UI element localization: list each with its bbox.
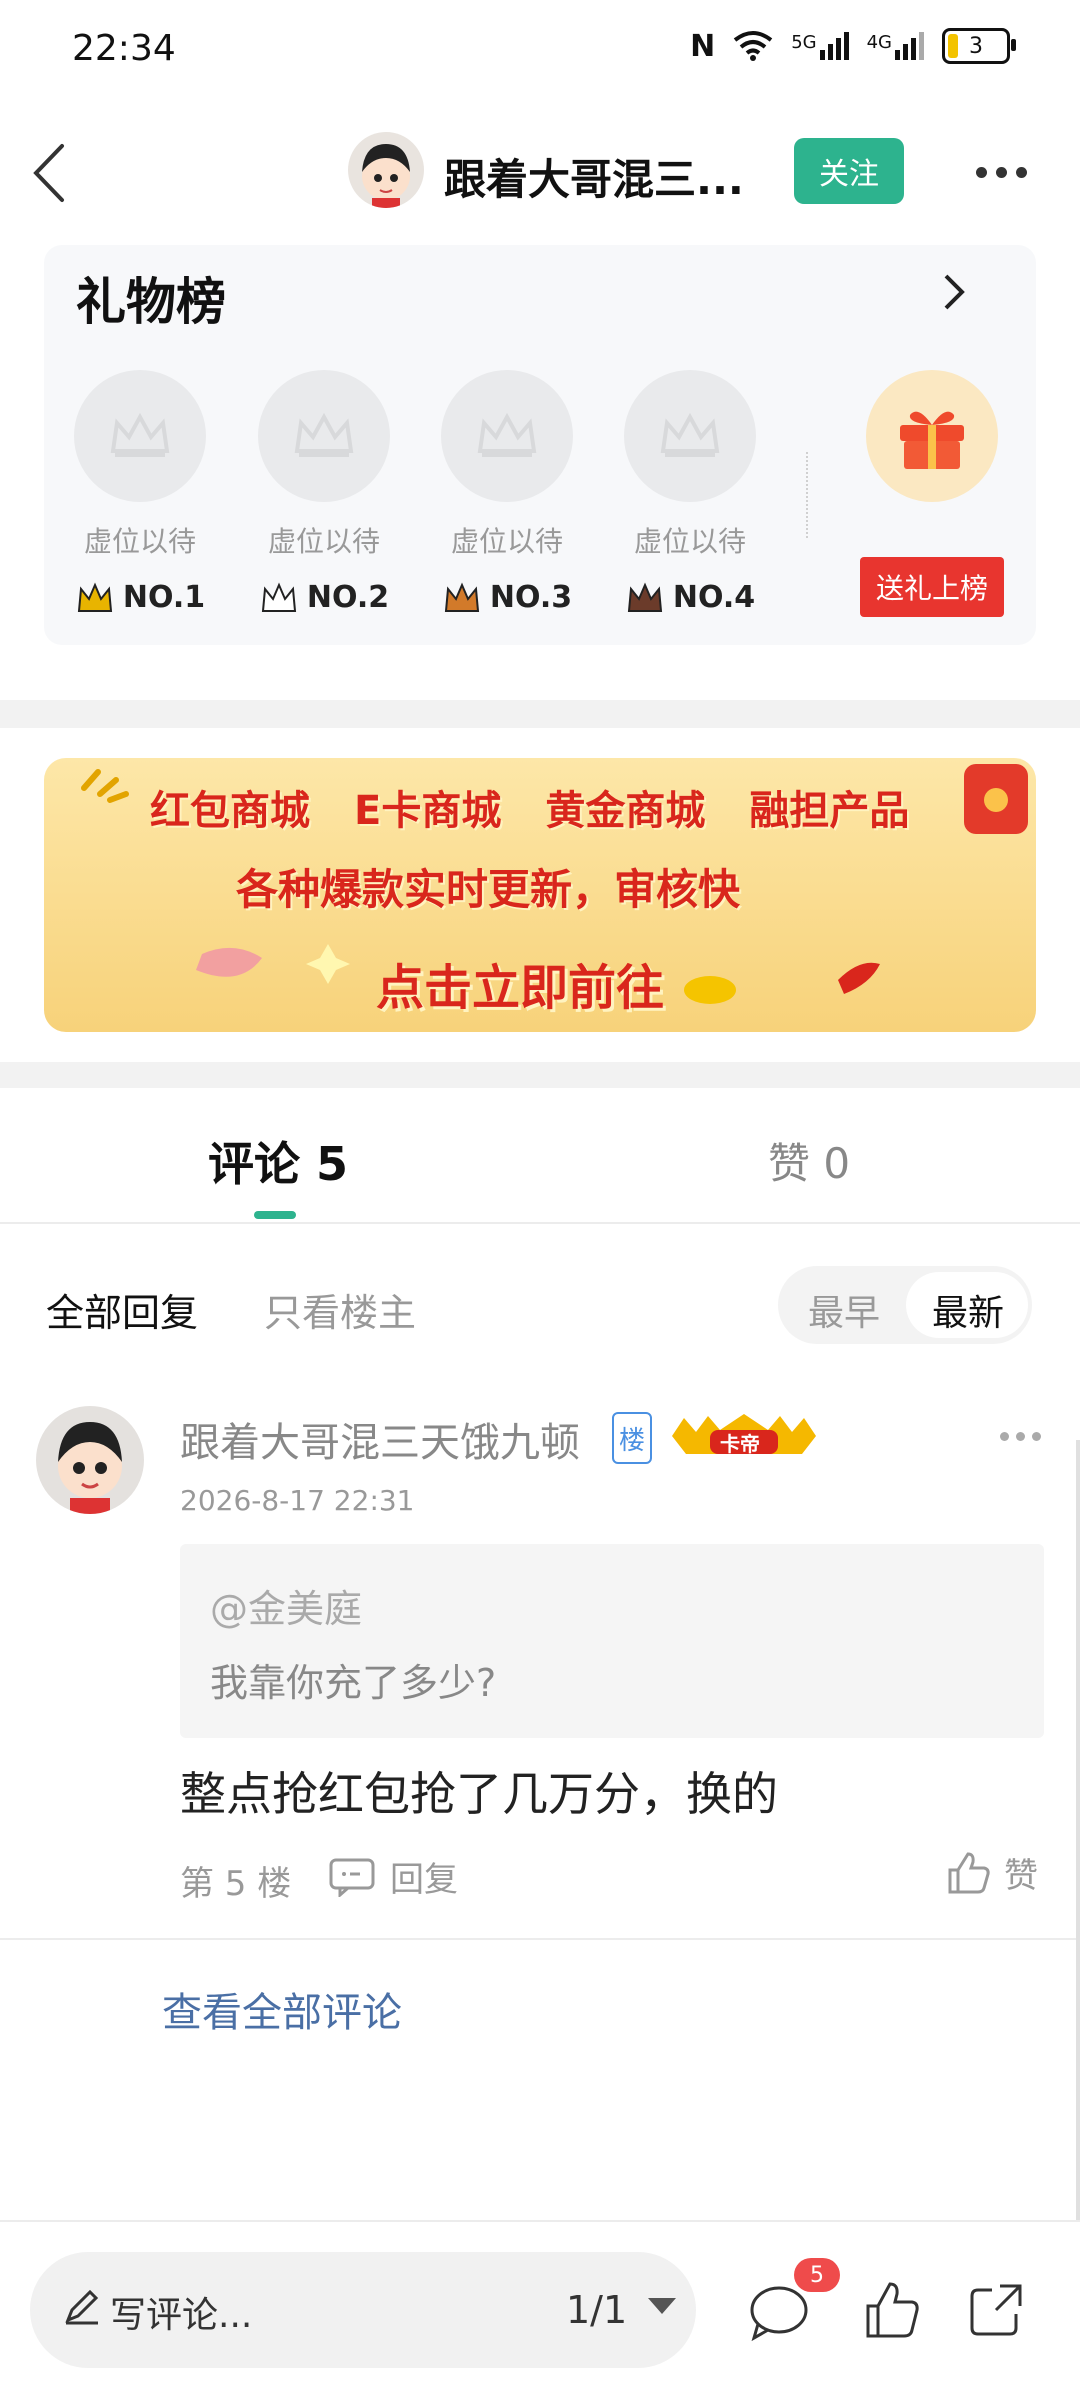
crown-placeholder-icon [624, 370, 756, 502]
like-button[interactable]: 赞 [946, 1848, 1038, 1897]
page-indicator[interactable]: 1/1 [566, 2288, 627, 2332]
reply-icon [329, 1858, 375, 1897]
slot-rank: NO.3 [441, 580, 573, 615]
divider [0, 1222, 1080, 1224]
reply-button[interactable]: 回复 [328, 1852, 458, 1901]
slot-rank: NO.1 [74, 580, 206, 615]
pencil-icon [65, 2289, 99, 2325]
divider [0, 1938, 1080, 1940]
battery-icon: 3 [942, 28, 1016, 64]
gift-slot-2[interactable]: 虚位以待 NO.2 [258, 370, 390, 615]
crown-placeholder-icon [258, 370, 390, 502]
tab-comments[interactable]: 评论 5 [208, 1128, 348, 1194]
rank-crown-icon [627, 581, 662, 612]
filter-all-replies[interactable]: 全部回复 [46, 1282, 198, 1337]
comment-floor: 第 5 楼 [180, 1864, 292, 1904]
comment-count-badge: 5 [794, 2258, 840, 2292]
divider [806, 452, 811, 538]
thumbs-up-icon[interactable] [864, 2280, 920, 2340]
crown-placeholder-icon [74, 370, 206, 502]
slot-label: 虚位以待 [267, 525, 380, 558]
nfc-icon: N [690, 28, 716, 64]
divider [0, 2220, 1080, 2222]
sort-earliest[interactable]: 最早 [808, 1284, 880, 1336]
gift-box-icon[interactable] [866, 370, 998, 502]
gift-slot-1[interactable]: 虚位以待 NO.1 [74, 370, 206, 615]
follow-button[interactable]: 关注 [794, 138, 904, 204]
avatar[interactable] [36, 1406, 144, 1514]
quote-mention[interactable]: @金美庭 [210, 1578, 362, 1633]
rank-crown-icon [261, 581, 296, 612]
gift-slot-3[interactable]: 虚位以待 NO.3 [441, 370, 573, 615]
section-divider [0, 700, 1080, 728]
gift-slot-4[interactable]: 虚位以待 NO.4 [624, 370, 756, 615]
comment-more-icon[interactable] [1000, 1432, 1041, 1441]
page-title: 跟着大哥混三... [444, 155, 744, 204]
slot-label: 虚位以待 [450, 525, 563, 558]
header-avatar[interactable] [348, 132, 424, 208]
tab-likes[interactable]: 赞 0 [768, 1130, 850, 1191]
signal-5g-icon: 5G [791, 32, 849, 60]
banner-row1: 红包商城 E卡商城 黄金商城 融担产品 [150, 788, 910, 834]
wifi-icon [733, 31, 773, 61]
status-time: 22:34 [72, 28, 176, 69]
floor-owner-badge: 楼 [612, 1412, 652, 1464]
comment-input-placeholder[interactable]: 写评论... [110, 2286, 252, 2338]
share-icon[interactable] [966, 2280, 1026, 2340]
banner-cta[interactable]: 点击立即前往 [376, 948, 664, 1018]
tab-indicator [254, 1211, 296, 1219]
comment-time: 2026-8-17 22:31 [180, 1484, 415, 1517]
banner-row2: 各种爆款实时更新，审核快 [236, 865, 741, 914]
caret-down-icon[interactable] [648, 2298, 676, 2314]
rank-crown-icon [77, 581, 112, 612]
comment-icon[interactable] [748, 2282, 810, 2342]
slot-rank: NO.4 [624, 580, 756, 615]
chevron-right-icon[interactable] [934, 268, 974, 316]
back-icon[interactable] [24, 138, 84, 208]
status-icons: N 5G 4G 3 [690, 28, 1016, 64]
thumbs-up-icon [948, 1851, 990, 1893]
gift-board-title: 礼物榜 [76, 273, 226, 331]
comment-author[interactable]: 跟着大哥混三天饿九顿 [180, 1410, 580, 1468]
quote-text: 我靠你充了多少? [210, 1661, 497, 1705]
send-gift-button[interactable]: 送礼上榜 [860, 557, 1004, 617]
slot-rank: NO.2 [258, 580, 390, 615]
crown-placeholder-icon [441, 370, 573, 502]
sort-latest[interactable]: 最新 [932, 1284, 1004, 1336]
section-divider [0, 1062, 1080, 1088]
crown-badge: 卡帝 [666, 1412, 822, 1460]
quoted-comment[interactable] [180, 1544, 1044, 1738]
more-options-icon[interactable] [976, 160, 1036, 184]
comment-body: 整点抢红包抢了几万分，换的 [180, 1767, 778, 1821]
slot-label: 虚位以待 [633, 525, 746, 558]
scrollbar[interactable] [1076, 1440, 1080, 2220]
filter-owner-only[interactable]: 只看楼主 [264, 1282, 416, 1337]
slot-label: 虚位以待 [83, 525, 196, 558]
signal-4g-icon: 4G [867, 32, 924, 60]
view-all-comments-link[interactable]: 查看全部评论 [162, 1980, 402, 2038]
rank-crown-icon [444, 581, 479, 612]
